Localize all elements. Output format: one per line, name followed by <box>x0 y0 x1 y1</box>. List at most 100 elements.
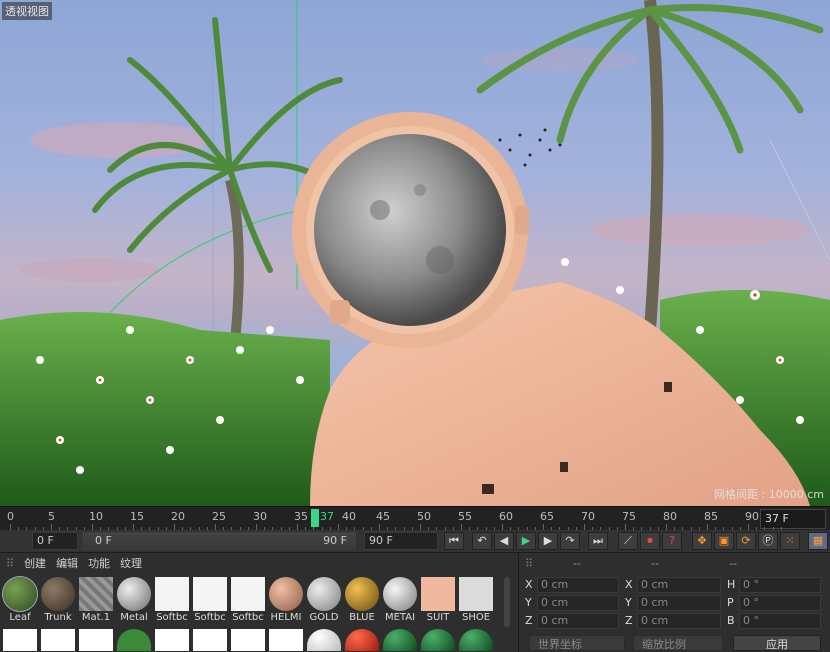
tick-label: 20 <box>171 510 185 523</box>
position-axis-label: Z <box>525 614 533 627</box>
material-swatch[interactable]: Metal <box>116 575 152 625</box>
param-key-button[interactable]: Ⓟ <box>758 532 778 550</box>
rotation-value-field[interactable]: 0 ° <box>739 577 821 593</box>
previous-key-button[interactable]: ↶ <box>472 532 492 550</box>
rotate-key-button[interactable]: ⟳ <box>736 532 756 550</box>
rotation-axis-label: H <box>727 578 736 591</box>
position-header: -- <box>573 556 582 570</box>
menu-function[interactable]: 功能 <box>88 555 110 571</box>
current-frame-field[interactable]: 37 F <box>760 509 826 529</box>
material-thumbnail[interactable] <box>421 629 455 651</box>
perspective-viewport[interactable]: 透视视图 网格间距 : 10000 cm <box>0 0 830 506</box>
timeline-ruler[interactable]: 37 37 F 0 5 10 15 20 25 30 35 40 45 50 55 60 65 70 75 80… <box>0 506 830 530</box>
step-forward-icon: ▶ <box>543 534 553 547</box>
material-thumbnail <box>307 577 341 611</box>
material-swatch[interactable]: Leaf <box>2 575 38 625</box>
material-thumbnail[interactable] <box>345 629 379 651</box>
material-swatch[interactable]: METAI <box>382 575 418 625</box>
record-key-button[interactable]: ⟋ <box>618 532 638 550</box>
move-key-button[interactable]: ✥ <box>692 532 712 550</box>
material-scrollbar[interactable] <box>504 577 510 627</box>
panel-grip-icon[interactable]: ⠿ <box>6 557 14 570</box>
menu-edit[interactable]: 编辑 <box>56 555 78 571</box>
end-frame-field[interactable]: 90 F <box>364 532 438 550</box>
tick-label: 30 <box>253 510 267 523</box>
position-axis-label: Y <box>525 596 532 609</box>
previous-frame-button[interactable]: ◀ <box>494 532 514 550</box>
go-to-start-button[interactable]: ⏮ <box>444 532 464 550</box>
start-frame-field[interactable]: 0 F <box>32 532 78 550</box>
rotation-axis-label: P <box>727 596 734 609</box>
material-name: Softbc <box>232 612 264 623</box>
play-button[interactable]: ▶ <box>516 532 536 550</box>
material-menu-bar: ⠿ 创建 编辑 功能 纹理 <box>0 553 518 573</box>
record-icon: ⏺ <box>647 534 653 547</box>
material-thumbnail[interactable] <box>307 629 341 651</box>
material-thumbnail[interactable] <box>155 629 189 651</box>
material-swatch[interactable]: GOLD <box>306 575 342 625</box>
panel-grip-icon[interactable]: ⠿ <box>525 557 533 570</box>
preview-range-slider[interactable]: 0 F 90 F <box>82 532 356 550</box>
material-thumbnail[interactable] <box>193 629 227 651</box>
material-thumbnail[interactable] <box>269 629 303 651</box>
size-axis-label: X <box>625 578 633 591</box>
material-thumbnail <box>79 577 113 611</box>
size-value-field[interactable]: 0 cm <box>637 613 721 629</box>
scene-render <box>0 0 830 506</box>
playhead[interactable] <box>311 509 319 527</box>
p-icon: Ⓟ <box>762 534 774 547</box>
material-thumbnail[interactable] <box>231 629 265 651</box>
material-swatch[interactable]: Softbc <box>154 575 190 625</box>
scale-ratio-select[interactable]: 缩放比例 <box>633 635 723 651</box>
position-value-field[interactable]: 0 cm <box>537 577 619 593</box>
material-thumbnail[interactable] <box>459 629 493 651</box>
material-name: Softbc <box>156 612 188 623</box>
size-header: -- <box>651 556 659 570</box>
material-swatch[interactable]: SUIT <box>420 575 456 625</box>
material-name: Softbc <box>194 612 226 623</box>
material-swatch[interactable]: SHOE <box>458 575 494 625</box>
material-thumbnail[interactable] <box>383 629 417 651</box>
timeline-window-button[interactable]: ▦ <box>808 532 828 550</box>
material-thumbnail[interactable] <box>3 629 37 651</box>
position-axis-label: X <box>525 578 533 591</box>
material-thumbnail <box>345 577 379 611</box>
rotation-value-field[interactable]: 0 ° <box>739 595 821 611</box>
menu-create[interactable]: 创建 <box>24 555 46 571</box>
material-thumbnail[interactable] <box>41 629 75 651</box>
size-value-field[interactable]: 0 cm <box>637 595 721 611</box>
tick-label: 0 <box>7 510 14 523</box>
rotation-value-field[interactable]: 0 ° <box>739 613 821 629</box>
position-value-field[interactable]: 0 cm <box>537 595 619 611</box>
position-value-field[interactable]: 0 cm <box>537 613 619 629</box>
material-swatch[interactable]: HELMI <box>268 575 304 625</box>
material-thumbnail[interactable] <box>79 629 113 651</box>
apply-button[interactable]: 应用 <box>733 635 821 651</box>
material-swatch[interactable]: Trunk <box>40 575 76 625</box>
world-coords-select[interactable]: 世界坐标 <box>529 635 625 651</box>
material-name: SHOE <box>461 612 491 623</box>
material-thumbnail <box>421 577 455 611</box>
material-swatch[interactable]: Softbc <box>230 575 266 625</box>
material-thumbnail[interactable] <box>117 629 151 651</box>
material-swatch[interactable]: BLUE <box>344 575 380 625</box>
scale-icon: ▣ <box>718 534 730 547</box>
point-level-button[interactable]: ⁙ <box>780 532 800 550</box>
material-swatch[interactable]: Mat.1 <box>78 575 114 625</box>
grid-dots-icon: ⁙ <box>785 534 795 547</box>
tick-label: 45 <box>376 510 390 523</box>
tick-label: 25 <box>212 510 226 523</box>
size-value-field[interactable]: 0 cm <box>637 577 721 593</box>
next-key-button[interactable]: ↷ <box>560 532 580 550</box>
auto-key-button[interactable]: ⏺ <box>640 532 660 550</box>
go-to-end-button[interactable]: ⏭ <box>588 532 608 550</box>
material-swatch[interactable]: Softbc <box>192 575 228 625</box>
tick-label: 65 <box>540 510 554 523</box>
next-frame-button[interactable]: ▶ <box>538 532 558 550</box>
menu-texture[interactable]: 纹理 <box>120 555 142 571</box>
scale-key-button[interactable]: ▣ <box>714 532 734 550</box>
help-key-button[interactable]: ? <box>662 532 682 550</box>
material-thumbnail <box>459 577 493 611</box>
material-manager: ⠿ 创建 编辑 功能 纹理 Leaf Trunk Mat.1 Metal Softbc S… <box>0 552 518 652</box>
tick-label: 75 <box>622 510 636 523</box>
